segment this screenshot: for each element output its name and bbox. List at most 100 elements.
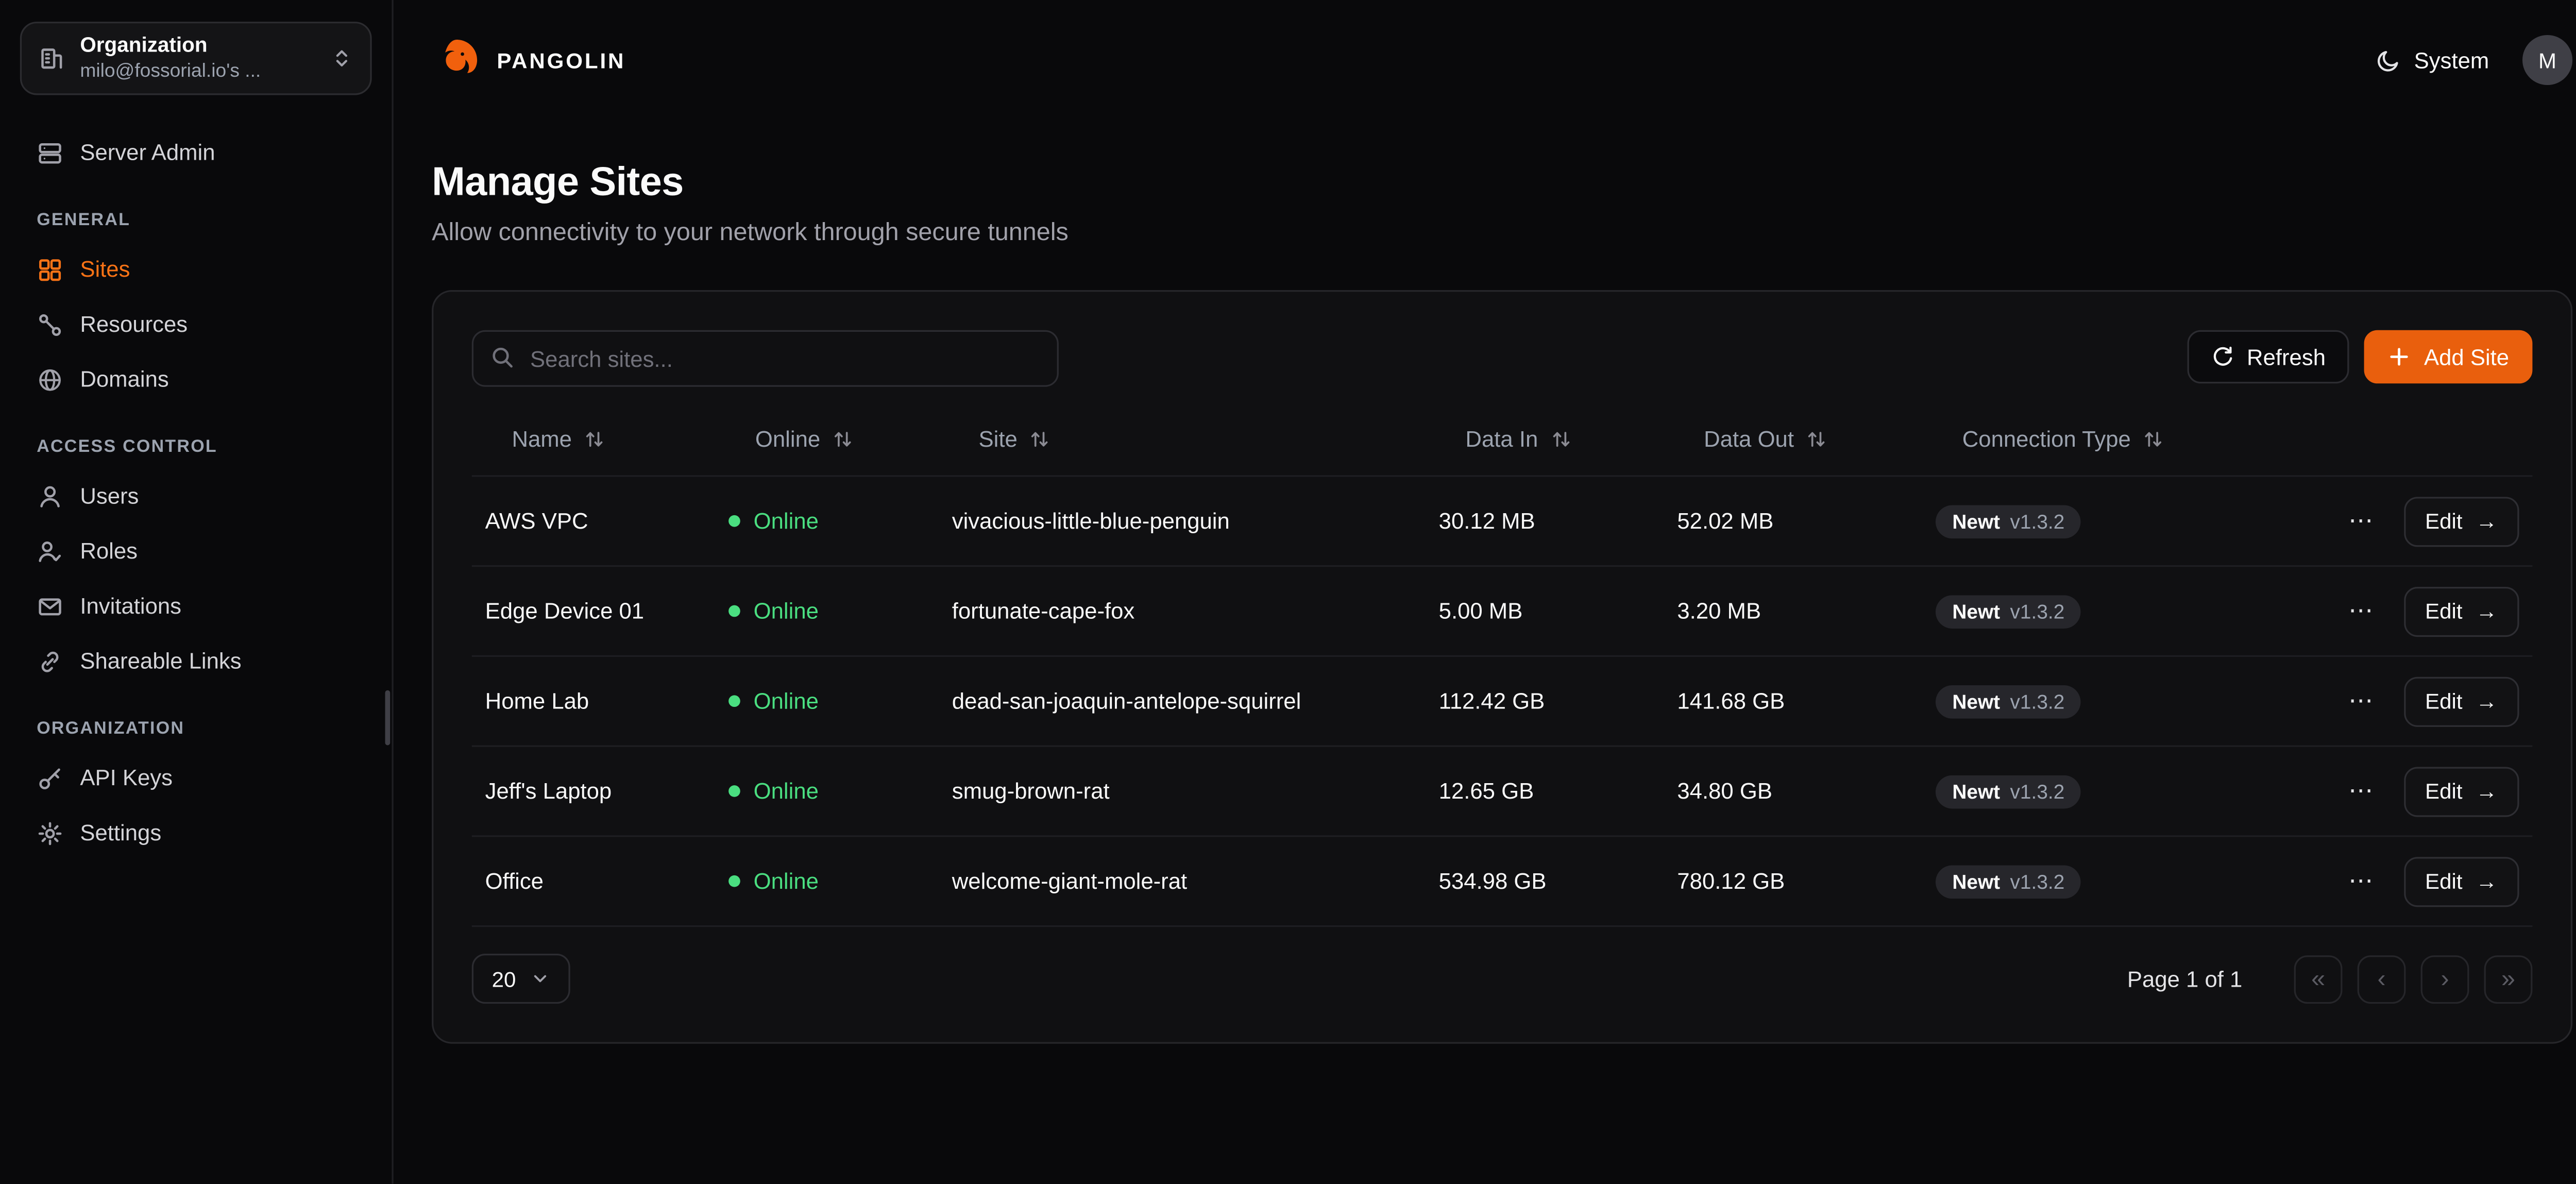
avatar[interactable]: M: [2522, 35, 2572, 85]
theme-toggle-button[interactable]: System: [2376, 47, 2489, 73]
table-row: Jeff's Laptop Online smug-brown-rat 12.6…: [472, 745, 2533, 835]
connection-badge: Newt v1.3.2: [1936, 504, 2081, 538]
connection-type-cell: Newt v1.3.2: [1922, 774, 2342, 808]
sidebar-scrollbar-thumb[interactable]: [385, 690, 391, 746]
sidebar-item-sites[interactable]: Sites: [20, 242, 372, 297]
search-box: [472, 330, 1059, 387]
sidebar-item-api-keys[interactable]: API Keys: [20, 750, 372, 805]
sidebar-item-label: Roles: [80, 538, 138, 564]
sidebar-item-domains[interactable]: Domains: [20, 352, 372, 407]
edit-button[interactable]: Edit →: [2403, 766, 2519, 816]
data-out-cell: 780.12 GB: [1664, 869, 1922, 894]
site-tunnel-cell: vivacious-little-blue-penguin: [939, 509, 1426, 534]
edit-button[interactable]: Edit →: [2403, 856, 2519, 906]
sidebar-item-users[interactable]: Users: [20, 468, 372, 523]
connection-badge: Newt v1.3.2: [1936, 865, 2081, 898]
data-in-cell: 30.12 MB: [1426, 509, 1664, 534]
org-selector-text: Organization milo@fossorial.io's ...: [80, 32, 315, 84]
sidebar-item-server-admin[interactable]: Server Admin: [20, 125, 372, 180]
sidebar-item-label: API Keys: [80, 765, 173, 790]
organization-building-icon: [38, 45, 65, 72]
online-status-label: Online: [754, 779, 819, 804]
edit-button[interactable]: Edit →: [2403, 676, 2519, 726]
data-out-cell: 34.80 GB: [1664, 779, 1922, 804]
column-header-name[interactable]: Name: [472, 426, 715, 451]
column-header-data-out[interactable]: Data Out: [1664, 426, 1922, 451]
search-input[interactable]: [472, 330, 1059, 387]
sidebar-item-settings[interactable]: Settings: [20, 805, 372, 860]
site-status-cell: Online: [715, 688, 939, 714]
sort-icon: [584, 428, 605, 449]
link-icon: [37, 648, 63, 674]
data-in-cell: 112.42 GB: [1426, 688, 1664, 714]
online-status-label: Online: [754, 869, 819, 894]
site-name-cell: Edge Device 01: [472, 599, 715, 624]
column-header-site[interactable]: Site: [939, 426, 1426, 451]
arrow-right-icon: →: [2476, 688, 2497, 714]
last-page-button[interactable]: »: [2484, 955, 2533, 1003]
online-dot-icon: [728, 695, 740, 707]
previous-page-button[interactable]: ‹: [2358, 955, 2406, 1003]
column-label: Data In: [1465, 426, 1538, 451]
sidebar-item-label: Sites: [80, 257, 130, 282]
next-page-button[interactable]: ›: [2421, 955, 2469, 1003]
avatar-initial: M: [2538, 47, 2556, 73]
edit-label: Edit: [2425, 869, 2463, 894]
site-status-cell: Online: [715, 779, 939, 804]
site-status-cell: Online: [715, 509, 939, 534]
sort-icon: [832, 428, 854, 449]
edit-button[interactable]: Edit →: [2403, 496, 2519, 546]
brand: PANGOLIN: [432, 35, 625, 85]
sidebar-item-resources[interactable]: Resources: [20, 297, 372, 352]
page-size-select[interactable]: 20: [472, 954, 571, 1004]
data-in-cell: 5.00 MB: [1426, 599, 1664, 624]
connection-name: Newt: [1952, 601, 2000, 621]
page-title: Manage Sites: [432, 160, 2572, 207]
column-header-online[interactable]: Online: [715, 426, 939, 451]
column-header-connection-type[interactable]: Connection Type: [1922, 426, 2342, 451]
sidebar: Organization milo@fossorial.io's ... Ser…: [0, 0, 394, 1184]
app-window: Organization milo@fossorial.io's ... Ser…: [0, 0, 2576, 1184]
data-in-cell: 12.65 GB: [1426, 779, 1664, 804]
edit-button[interactable]: Edit →: [2403, 586, 2519, 636]
chevrons-up-down-icon: [330, 47, 353, 70]
row-menu-button[interactable]: ⋯: [2342, 685, 2380, 717]
top-bar-right: System M: [2376, 35, 2572, 85]
section-heading-organization: ORGANIZATION: [37, 719, 355, 739]
toolbar-actions: Refresh Add Site: [2187, 330, 2533, 384]
row-menu-button[interactable]: ⋯: [2342, 595, 2380, 627]
online-status-label: Online: [754, 509, 819, 534]
table-footer: 20 Page 1 of 1 « ‹ › »: [472, 954, 2533, 1004]
sort-icon: [1806, 428, 1827, 449]
column-header-data-in[interactable]: Data In: [1426, 426, 1664, 451]
column-label: Online: [755, 426, 820, 451]
first-page-button[interactable]: «: [2294, 955, 2343, 1003]
add-site-button[interactable]: Add Site: [2364, 330, 2532, 384]
sort-icon: [2142, 428, 2164, 449]
sidebar-item-shareable-links[interactable]: Shareable Links: [20, 634, 372, 689]
connection-badge: Newt v1.3.2: [1936, 595, 2081, 628]
chevron-down-icon: [531, 969, 551, 989]
refresh-button[interactable]: Refresh: [2187, 330, 2349, 384]
row-menu-button[interactable]: ⋯: [2342, 775, 2380, 807]
data-out-cell: 141.68 GB: [1664, 688, 1922, 714]
connection-type-cell: Newt v1.3.2: [1922, 865, 2342, 898]
server-icon: [37, 139, 63, 166]
row-actions-cell: ⋯ Edit →: [2343, 496, 2533, 546]
table-row: Home Lab Online dead-san-joaquin-antelop…: [472, 655, 2533, 746]
table-row: AWS VPC Online vivacious-little-blue-pen…: [472, 475, 2533, 565]
online-status-label: Online: [754, 599, 819, 624]
sidebar-nav: Server Admin GENERAL Sites Resources Dom: [20, 125, 372, 860]
sidebar-item-label: Domains: [80, 367, 168, 392]
row-menu-button[interactable]: ⋯: [2342, 865, 2380, 897]
org-selector[interactable]: Organization milo@fossorial.io's ...: [20, 22, 372, 95]
refresh-label: Refresh: [2247, 344, 2326, 369]
site-tunnel-cell: welcome-giant-mole-rat: [939, 869, 1426, 894]
org-selector-title: Organization: [80, 32, 315, 60]
sidebar-item-roles[interactable]: Roles: [20, 523, 372, 579]
sidebar-item-invitations[interactable]: Invitations: [20, 579, 372, 634]
connection-type-cell: Newt v1.3.2: [1922, 504, 2342, 538]
refresh-icon: [2210, 345, 2233, 368]
row-menu-button[interactable]: ⋯: [2342, 505, 2380, 536]
site-name-cell: Office: [472, 869, 715, 894]
